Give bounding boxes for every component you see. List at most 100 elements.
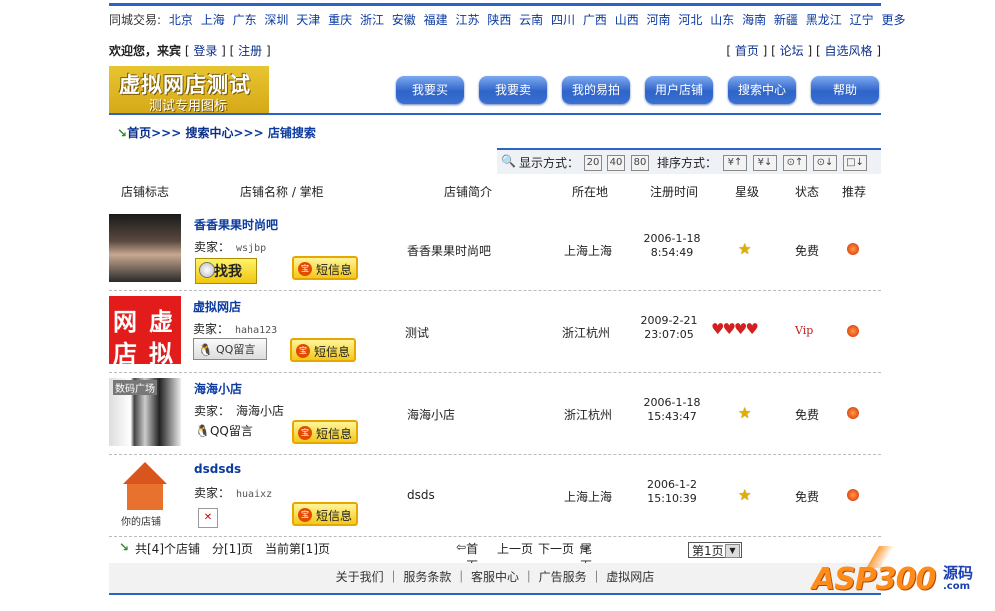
city-link-jiangsu[interactable]: 江苏 — [455, 13, 479, 27]
home-link[interactable]: 首页 — [735, 44, 759, 58]
city-link-heilongjiang[interactable]: 黑龙江 — [806, 13, 842, 27]
city-link-fujian[interactable]: 福建 — [424, 13, 448, 27]
footer-service-link[interactable]: 客服中心 — [471, 570, 519, 584]
city-link-shenzhen[interactable]: 深圳 — [264, 13, 288, 27]
sort-price-asc-icon[interactable]: ¥↑ — [723, 155, 747, 171]
sort-price-desc-icon[interactable]: ¥↓ — [753, 155, 777, 171]
top-right-links: [ 首页 ] [ 论坛 ] [ 自选风格 ] — [726, 44, 881, 58]
last-page-link[interactable]: 尾页⇨ — [580, 540, 592, 573]
pagination-bar: ↘ 共[4]个店铺 分[1]页 当前第[1]页 ⇦首页 上一页 下一页 尾页⇨ … — [109, 540, 881, 573]
prev-page-link[interactable]: 上一页 — [497, 540, 533, 557]
nav-buy-button[interactable]: 我要买 — [396, 76, 464, 104]
breadcrumb-search[interactable]: 搜索中心 — [185, 126, 233, 140]
shop-thumbnail-image[interactable]: 网 虚 店 拟 — [109, 296, 181, 368]
banner-divider — [109, 113, 881, 115]
shop-thumbnail-image[interactable] — [109, 214, 181, 282]
nav-help-button[interactable]: 帮助 — [811, 76, 879, 104]
qq-message-button[interactable]: QQ留言 — [193, 338, 267, 361]
city-link-hebei[interactable]: 河北 — [678, 13, 702, 27]
seller-name[interactable]: 海海小店 — [236, 404, 284, 418]
sort-time-desc-icon[interactable]: ⊙↓ — [813, 155, 837, 171]
city-link-chongqing[interactable]: 重庆 — [328, 13, 352, 27]
city-link-guangdong[interactable]: 广东 — [233, 13, 257, 27]
breadcrumb-sep: >>> — [151, 126, 182, 140]
shop-name-link[interactable]: 虚拟网店 — [193, 298, 241, 315]
broken-image-icon: ✕ — [198, 508, 218, 528]
seller-name[interactable]: haha123 — [235, 325, 277, 336]
first-page-link[interactable]: ⇦首页 — [456, 540, 478, 573]
sort-other-icon[interactable]: □↓ — [843, 155, 867, 171]
forum-link[interactable]: 论坛 — [780, 44, 804, 58]
short-message-button[interactable]: 短信息 — [292, 256, 358, 280]
watermark-tag: 源码 — [943, 564, 974, 582]
shop-name-link[interactable]: dsdsds — [194, 462, 241, 476]
site-logo[interactable]: 虚拟网店测试 测试专用图标 — [109, 66, 269, 114]
city-trade-label: 同城交易: — [109, 13, 162, 27]
city-link-yunnan[interactable]: 云南 — [519, 13, 543, 27]
city-link-tianjin[interactable]: 天津 — [296, 13, 320, 27]
display-40-button[interactable]: 40 — [607, 155, 625, 171]
welcome-bar: 欢迎您，来宾 [ 登录 ] [ 注册 ] [ 首页 ] [ 论坛 ] [ 自选风… — [109, 44, 881, 58]
seller-info: 卖家： wsjbp — [194, 238, 266, 255]
short-message-button[interactable]: 短信息 — [292, 502, 358, 526]
breadcrumb-arrow-icon: ↘ — [117, 126, 128, 140]
login-link[interactable]: 登录 — [193, 44, 217, 58]
pagination-summary: 共[4]个店铺 分[1]页 当前第[1]页 — [135, 542, 330, 556]
city-link-xinjiang[interactable]: 新疆 — [774, 13, 798, 27]
thumb-caption: 数码广场 — [113, 380, 157, 395]
shop-regtime: 2006-1-2 15:10:39 — [632, 478, 712, 506]
city-link-shanghai[interactable]: 上海 — [201, 13, 225, 27]
logo-subtitle: 测试专用图标 — [149, 99, 228, 114]
city-link-more[interactable]: 更多 — [881, 13, 905, 27]
city-link-liaoning[interactable]: 辽宁 — [850, 13, 874, 27]
footer-virtual-shop-link[interactable]: 虚拟网店 — [606, 570, 654, 584]
sort-time-asc-icon[interactable]: ⊙↑ — [783, 155, 807, 171]
nav-user-shops-button[interactable]: 用户店铺 — [645, 76, 713, 104]
table-row: 香香果果时尚吧 卖家： wsjbp 找我 短信息 香香果果时尚吧 上海上海 200… — [109, 210, 881, 291]
city-link-henan[interactable]: 河南 — [647, 13, 671, 27]
city-link-guangxi[interactable]: 广西 — [583, 13, 607, 27]
city-link-hainan[interactable]: 海南 — [742, 13, 766, 27]
next-page-link[interactable]: 下一页 — [538, 540, 574, 557]
seller-name[interactable]: wsjbp — [236, 243, 266, 254]
regtime-date: 2006-1-2 — [647, 478, 697, 491]
find-me-button[interactable]: 找我 — [195, 258, 257, 284]
shop-thumbnail-image[interactable]: 你的店铺 — [109, 460, 181, 528]
shop-intro: 测试 — [405, 326, 430, 340]
short-message-button[interactable]: 短信息 — [292, 420, 358, 444]
page-select[interactable]: 第1页 — [688, 542, 742, 558]
nav-search-center-button[interactable]: 搜索中心 — [728, 76, 796, 104]
seller-info: 卖家： huaixz — [194, 484, 272, 501]
nav-sell-button[interactable]: 我要卖 — [479, 76, 547, 104]
seller-label: 卖家： — [194, 486, 231, 500]
city-link-shanxi[interactable]: 山西 — [615, 13, 639, 27]
seller-name[interactable]: huaixz — [236, 489, 272, 500]
footer-about-link[interactable]: 关于我们 — [336, 570, 384, 584]
shop-name-link[interactable]: 海海小店 — [194, 380, 242, 397]
footer-ads-link[interactable]: 广告服务 — [539, 570, 587, 584]
footer-terms-link[interactable]: 服务条款 — [403, 570, 451, 584]
shop-name-link[interactable]: 香香果果时尚吧 — [194, 216, 278, 233]
shop-thumbnail-image[interactable]: 数码广场 — [109, 378, 181, 446]
city-link-beijing[interactable]: 北京 — [169, 13, 193, 27]
city-link-zhejiang[interactable]: 浙江 — [360, 13, 384, 27]
short-message-button[interactable]: 短信息 — [290, 338, 356, 362]
regtime-time: 23:07:05 — [644, 328, 694, 341]
city-link-shandong[interactable]: 山东 — [710, 13, 734, 27]
qq-message-link[interactable]: 🐧QQ留言 — [195, 422, 253, 439]
nav-my-auction-button[interactable]: 我的易拍 — [562, 76, 630, 104]
shop-status: 免费 — [795, 244, 820, 258]
seller-label: 卖家： — [194, 404, 231, 418]
city-link-shaanxi[interactable]: 陕西 — [487, 13, 511, 27]
thumb-char: 虚 — [149, 308, 173, 336]
display-20-button[interactable]: 20 — [584, 155, 602, 171]
breadcrumb-home[interactable]: 首页 — [127, 126, 151, 140]
style-link[interactable]: 自选风格 — [824, 44, 872, 58]
city-link-anhui[interactable]: 安徽 — [392, 13, 416, 27]
breadcrumb: ↘首页>>> 搜索中心>>> 店铺搜索 — [117, 124, 316, 141]
register-link[interactable]: 注册 — [238, 44, 262, 58]
city-link-sichuan[interactable]: 四川 — [551, 13, 575, 27]
table-row: 你的店铺 dsdsds 卖家： huaixz ✕ 短信息 dsds 上海上海 20… — [109, 456, 881, 537]
search-icon: 🔍 — [501, 154, 516, 168]
display-80-button[interactable]: 80 — [631, 155, 649, 171]
